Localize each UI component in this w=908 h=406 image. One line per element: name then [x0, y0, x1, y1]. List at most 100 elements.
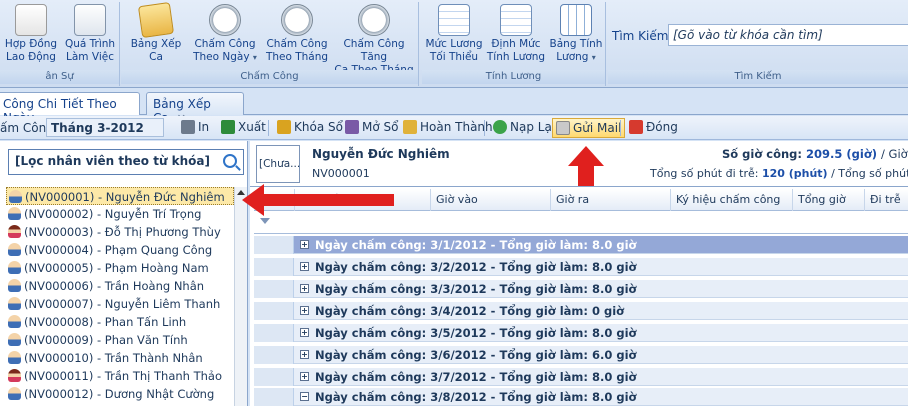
- search-input[interactable]: [Gõ vào từ khóa cần tìm]: [668, 24, 908, 46]
- search-label: Tìm Kiếm:: [612, 29, 673, 43]
- ribbon-group-label: ân Sự: [0, 70, 119, 84]
- list-item[interactable]: (NV000012) - Dương Nhật Cường: [6, 385, 234, 403]
- male-user-icon: [8, 333, 21, 346]
- chevron-down-icon: ▾: [591, 53, 596, 62]
- monthly-attendance-button[interactable]: Chấm Công Theo Tháng: [265, 4, 329, 64]
- print-button[interactable]: In: [178, 118, 212, 138]
- ribbon-group-label: Chấm Công: [121, 70, 418, 84]
- expand-icon[interactable]: +: [300, 350, 309, 359]
- table-row[interactable]: + Ngày chấm công: 3/2/2012 - Tổng giờ làm…: [254, 258, 908, 276]
- list-item[interactable]: (NV000001) - Nguyễn Đức Nghiêm: [6, 187, 234, 205]
- table-row[interactable]: + Ngày chấm công: 3/1/2012 - Tổng giờ làm…: [254, 236, 908, 254]
- tab-shift-schedule[interactable]: Bảng Xếp Ca✕: [146, 92, 244, 125]
- list-item[interactable]: (NV000007) - Nguyễn Liêm Thanh: [6, 295, 234, 313]
- male-user-icon: [9, 190, 22, 203]
- expand-icon[interactable]: +: [300, 372, 309, 381]
- overtime-attendance-button[interactable]: Chấm Công Tăng Ca Theo Tháng: [331, 4, 417, 77]
- column-header-attendance-code[interactable]: Ký hiệu chấm công: [670, 189, 792, 211]
- ribbon-group-label: Tìm Kiếm: [608, 70, 908, 84]
- tab-daily-attendance[interactable]: Công Chi Tiết Theo Ngày: [0, 92, 140, 125]
- female-user-icon: [8, 225, 21, 238]
- collapse-icon[interactable]: −: [300, 392, 309, 401]
- list-item[interactable]: (NV000010) - Trần Thành Nhân: [6, 349, 234, 367]
- clock-icon: [209, 4, 241, 36]
- excel-export-icon: [221, 120, 235, 134]
- expand-icon[interactable]: +: [300, 306, 309, 315]
- daily-attendance-button[interactable]: Chấm Công Theo Ngày ▾: [193, 4, 257, 64]
- employee-list-scrollbar[interactable]: [234, 187, 247, 406]
- annotation-arrow-up: [568, 146, 604, 186]
- table-row[interactable]: + Ngày chấm công: 3/3/2012 - Tổng giờ làm…: [254, 280, 908, 298]
- chevron-down-icon: ▾: [252, 53, 257, 62]
- export-button[interactable]: Xuất: [218, 118, 269, 138]
- employee-code: NV000001: [312, 167, 370, 180]
- mail-icon: [556, 121, 570, 135]
- employee-photo: [Chưa...: [256, 145, 300, 183]
- document-tabs: Công Chi Tiết Theo Ngày Bảng Xếp Ca✕: [0, 89, 908, 125]
- annotation-arrow-left: [242, 184, 394, 216]
- search-icon[interactable]: [223, 154, 237, 168]
- salary-norm-button[interactable]: Định Mức Tính Lương: [486, 4, 546, 64]
- refresh-icon: [493, 120, 507, 134]
- filter-icon: [260, 218, 270, 224]
- reload-button[interactable]: Nạp Lại: [490, 118, 558, 138]
- salary-table-button[interactable]: Bảng Tính Lương ▾: [548, 4, 604, 64]
- open-book-button[interactable]: Mở Sổ: [342, 118, 401, 138]
- work-history-button[interactable]: Quá Trình Làm Việc: [62, 4, 118, 64]
- male-user-icon: [8, 261, 21, 274]
- send-mail-button[interactable]: Gửi Mail: [552, 118, 626, 138]
- list-item[interactable]: (NV000008) - Phan Tấn Linh: [6, 313, 234, 331]
- pencil-icon: [403, 120, 417, 134]
- shift-schedule-button[interactable]: Bảng Xếp Ca: [123, 1, 189, 64]
- table-row[interactable]: + Ngày chấm công: 3/7/2012 - Tổng giờ làm…: [254, 368, 908, 386]
- male-user-icon: [8, 387, 21, 400]
- male-user-icon: [8, 207, 21, 220]
- min-salary-icon: [438, 4, 470, 36]
- toolbar-separator: [620, 120, 621, 136]
- ribbon-group-tinh-luong: Mức Lương Tối Thiểu Định Mức Tính Lương …: [422, 2, 606, 86]
- column-header-time-in[interactable]: Giờ vào: [430, 189, 550, 211]
- lock-book-icon: [277, 120, 291, 134]
- employee-filter-input[interactable]: [Lọc nhân viên theo từ khóa]: [8, 149, 244, 175]
- work-history-icon: [74, 4, 106, 36]
- list-item[interactable]: (NV000011) - Trần Thị Thanh Thảo: [6, 367, 234, 385]
- open-book-icon: [345, 120, 359, 134]
- ribbon: Hợp Đồng Lao Động Quá Trình Làm Việc ân …: [0, 0, 908, 88]
- list-item[interactable]: (NV000002) - Nguyễn Trí Trọng: [6, 205, 234, 223]
- list-item[interactable]: (NV000006) - Trần Hoàng Nhân: [6, 277, 234, 295]
- list-item[interactable]: (NV000009) - Phan Văn Tính: [6, 331, 234, 349]
- toolbar: ấm Công: Tháng 3-2012 In Xuất Khóa Sổ Mở…: [0, 116, 908, 140]
- employee-list: (NV000001) - Nguyễn Đức Nghiêm (NV000002…: [6, 187, 234, 406]
- table-row[interactable]: − Ngày chấm công: 3/8/2012 - Tổng giờ làm…: [254, 388, 908, 406]
- clock-overtime-icon: [358, 4, 390, 36]
- column-header-time-out[interactable]: Giờ ra: [550, 189, 670, 211]
- min-salary-button[interactable]: Mức Lương Tối Thiểu: [424, 4, 484, 64]
- male-user-icon: [8, 279, 21, 292]
- lock-book-button[interactable]: Khóa Sổ: [274, 118, 346, 138]
- column-header-total-hours[interactable]: Tổng giờ: [792, 189, 864, 211]
- print-icon: [181, 120, 195, 134]
- close-button[interactable]: Đóng: [626, 118, 681, 138]
- list-item[interactable]: (NV000004) - Phạm Quang Công: [6, 241, 234, 259]
- grid-filter-row[interactable]: [254, 212, 908, 234]
- complete-button[interactable]: Hoàn Thành: [400, 118, 496, 138]
- table-row[interactable]: + Ngày chấm công: 3/6/2012 - Tổng giờ làm…: [254, 346, 908, 364]
- table-row[interactable]: + Ngày chấm công: 3/5/2012 - Tổng giờ làm…: [254, 324, 908, 342]
- expand-icon[interactable]: +: [300, 240, 309, 249]
- list-item[interactable]: (NV000005) - Phạm Hoàng Nam: [6, 259, 234, 277]
- column-header-late[interactable]: Đi trễ: [864, 189, 908, 211]
- late-minutes-summary: Tổng số phút đi trễ: 120 (phút) / Tổng s…: [650, 167, 908, 180]
- expand-icon[interactable]: +: [300, 284, 309, 293]
- contract-button[interactable]: Hợp Đồng Lao Động: [2, 4, 60, 64]
- table-row[interactable]: + Ngày chấm công: 3/4/2012 - Tổng giờ làm…: [254, 302, 908, 320]
- toolbar-separator: [484, 120, 485, 136]
- shift-note-icon: [137, 1, 175, 39]
- clock-month-icon: [281, 4, 313, 36]
- expand-icon[interactable]: +: [300, 328, 309, 337]
- expand-icon[interactable]: +: [300, 262, 309, 271]
- close-icon: [629, 120, 643, 134]
- month-field[interactable]: Tháng 3-2012: [46, 118, 164, 137]
- list-item[interactable]: (NV000003) - Đỗ Thị Phương Thùy: [6, 223, 234, 241]
- employee-name: Nguyễn Đức Nghiêm: [312, 147, 450, 161]
- contract-icon: [15, 4, 47, 36]
